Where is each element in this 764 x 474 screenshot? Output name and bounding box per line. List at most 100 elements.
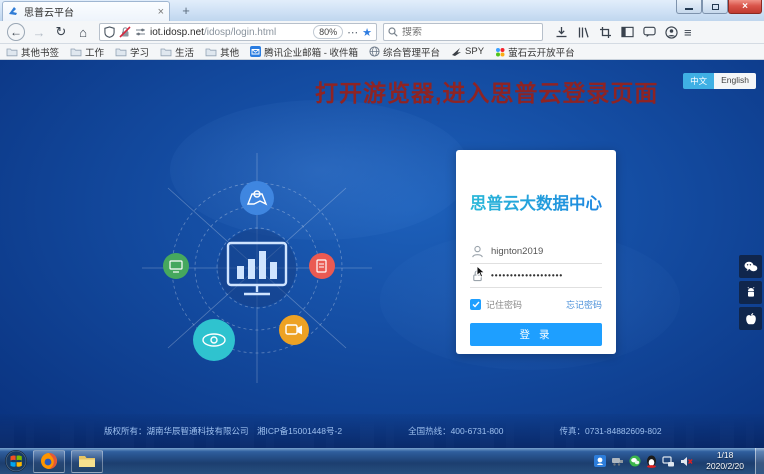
wechat-button[interactable] xyxy=(739,255,762,278)
lang-en-button[interactable]: English xyxy=(714,73,756,89)
android-icon xyxy=(745,286,757,299)
center-circle xyxy=(218,229,296,307)
folder-icon xyxy=(6,47,18,57)
messages-icon[interactable] xyxy=(643,26,656,38)
account-icon[interactable] xyxy=(665,26,678,39)
bookmark-folder-life[interactable]: 生活 xyxy=(160,45,194,59)
username-input[interactable] xyxy=(491,246,596,257)
explorer-folder-icon xyxy=(78,454,96,468)
back-icon[interactable]: ← xyxy=(7,23,25,41)
library-icon[interactable] xyxy=(577,26,590,39)
bookmark-folder-work[interactable]: 工作 xyxy=(70,45,104,59)
menu-icon[interactable]: ≡ xyxy=(684,25,692,40)
password-field-row xyxy=(470,264,602,288)
lang-zh-button[interactable]: 中文 xyxy=(683,73,714,89)
dart-icon xyxy=(451,47,462,57)
page-actions-icon[interactable]: ⋯ xyxy=(347,26,358,39)
site-favicon xyxy=(8,6,19,17)
bookmark-tencent-mail[interactable]: 腾讯企业邮箱 - 收件箱 xyxy=(250,45,358,59)
search-box[interactable] xyxy=(383,23,543,41)
taskbar-explorer-button[interactable] xyxy=(71,450,103,473)
video-feature-node xyxy=(279,315,309,345)
language-switch: 中文 English xyxy=(683,73,756,89)
user-icon xyxy=(471,245,484,258)
shield-icon[interactable] xyxy=(104,26,115,38)
globe-icon xyxy=(369,46,380,57)
screenshot-icon[interactable] xyxy=(599,26,612,39)
start-button[interactable] xyxy=(5,450,27,472)
sidebar-icon[interactable] xyxy=(621,26,634,38)
forward-icon[interactable]: → xyxy=(28,23,50,41)
firefox-icon xyxy=(40,452,58,470)
zoom-level-badge[interactable]: 80% xyxy=(313,25,343,39)
wechat-icon xyxy=(744,261,758,273)
forgot-password-link[interactable]: 忘记密码 xyxy=(566,298,602,311)
browser-nav-bar: ← → ↻ ⌂ iot.idosp.net/idosp/login.html 8… xyxy=(0,21,764,44)
footer-fax: 传真：0731-84882609-802 xyxy=(560,425,662,437)
page-footer: 版权所有：湖南华辰智通科技有限公司 湘ICP备15001448号-2 全国热线：… xyxy=(0,414,764,448)
bookmark-star-icon[interactable]: ★ xyxy=(362,26,372,39)
reload-icon[interactable]: ↻ xyxy=(50,23,72,41)
apple-icon xyxy=(745,312,757,326)
report-feature-node xyxy=(309,253,335,279)
tray-wechat-icon[interactable] xyxy=(629,455,641,467)
remember-row: 记住密码 忘记密码 xyxy=(470,298,602,311)
new-tab-button[interactable]: + xyxy=(176,3,196,20)
check-icon xyxy=(472,301,480,308)
folder-icon xyxy=(160,47,172,57)
search-icon xyxy=(388,27,398,37)
close-button[interactable]: × xyxy=(728,0,762,14)
bookmarks-bar: 其他书签 工作 学习 生活 其他 腾讯企业邮箱 - 收件箱 综合管理平台 SPY… xyxy=(0,44,764,60)
url-text[interactable]: iot.idosp.net/idosp/login.html xyxy=(150,27,309,38)
restore-button[interactable] xyxy=(702,0,728,14)
bookmark-folder-misc[interactable]: 其他 xyxy=(205,45,239,59)
floating-side-buttons xyxy=(739,255,762,330)
tab-close-icon[interactable]: × xyxy=(158,7,164,17)
tray-notifier-icon[interactable] xyxy=(594,455,606,467)
login-panel: 思普云大数据中心 xyxy=(456,150,616,354)
tray-network-icon[interactable] xyxy=(662,456,675,467)
tray-device-icon[interactable] xyxy=(611,456,624,466)
taskbar-clock[interactable]: 1/18 2020/2/20 xyxy=(706,450,744,471)
windows-taskbar: 1/18 2020/2/20 xyxy=(0,448,764,474)
footer-copyright: 版权所有：湖南华辰智通科技有限公司 湘ICP备15001448号-2 xyxy=(104,425,342,437)
home-icon[interactable]: ⌂ xyxy=(72,23,94,41)
password-input[interactable] xyxy=(491,271,596,280)
system-tray: 1/18 2020/2/20 xyxy=(594,448,764,474)
tray-qq-icon[interactable] xyxy=(646,455,657,468)
bookmark-ezviz-platform[interactable]: 萤石云开放平台 xyxy=(495,45,575,59)
taskbar-firefox-button[interactable] xyxy=(33,450,65,473)
apple-button[interactable] xyxy=(739,307,762,330)
permissions-icon[interactable] xyxy=(135,27,146,37)
show-desktop-button[interactable] xyxy=(755,448,764,474)
download-icon[interactable] xyxy=(555,26,568,39)
clock-counter: 1/18 xyxy=(706,450,744,461)
bookmark-folder-study[interactable]: 学习 xyxy=(115,45,149,59)
feature-orbit-graphic xyxy=(116,148,398,392)
color-dots-icon xyxy=(495,47,505,57)
mail-icon xyxy=(250,46,261,57)
remember-label[interactable]: 记住密码 xyxy=(486,298,566,311)
bookmark-spy[interactable]: SPY xyxy=(451,46,484,57)
bookmark-folder-other-bookmarks[interactable]: 其他书签 xyxy=(6,45,59,59)
android-button[interactable] xyxy=(739,281,762,304)
browser-tab[interactable]: 思普云平台 × xyxy=(2,1,170,21)
remember-checkbox[interactable] xyxy=(470,299,481,310)
folder-icon xyxy=(115,47,127,57)
map-feature-node xyxy=(240,181,274,215)
window-controls: × xyxy=(676,0,762,14)
url-bar[interactable]: iot.idosp.net/idosp/login.html 80% ⋯ ★ xyxy=(99,23,377,41)
tray-volume-muted-icon[interactable] xyxy=(680,456,693,467)
login-button[interactable]: 登 录 xyxy=(470,323,602,346)
annotation-text: 打开游览器,进入思普云登录页面 xyxy=(315,74,658,108)
minimize-button[interactable] xyxy=(676,0,702,14)
toolbar-icons xyxy=(555,26,678,39)
search-input[interactable] xyxy=(402,27,512,38)
eye-feature-node xyxy=(193,319,235,361)
folder-icon xyxy=(205,47,217,57)
username-field-row xyxy=(470,240,602,264)
insecure-lock-icon[interactable] xyxy=(119,26,131,38)
browser-tab-bar: 思普云平台 × + × xyxy=(0,0,764,21)
bookmark-management-platform[interactable]: 综合管理平台 xyxy=(369,45,440,59)
login-title: 思普云大数据中心 xyxy=(470,190,602,214)
